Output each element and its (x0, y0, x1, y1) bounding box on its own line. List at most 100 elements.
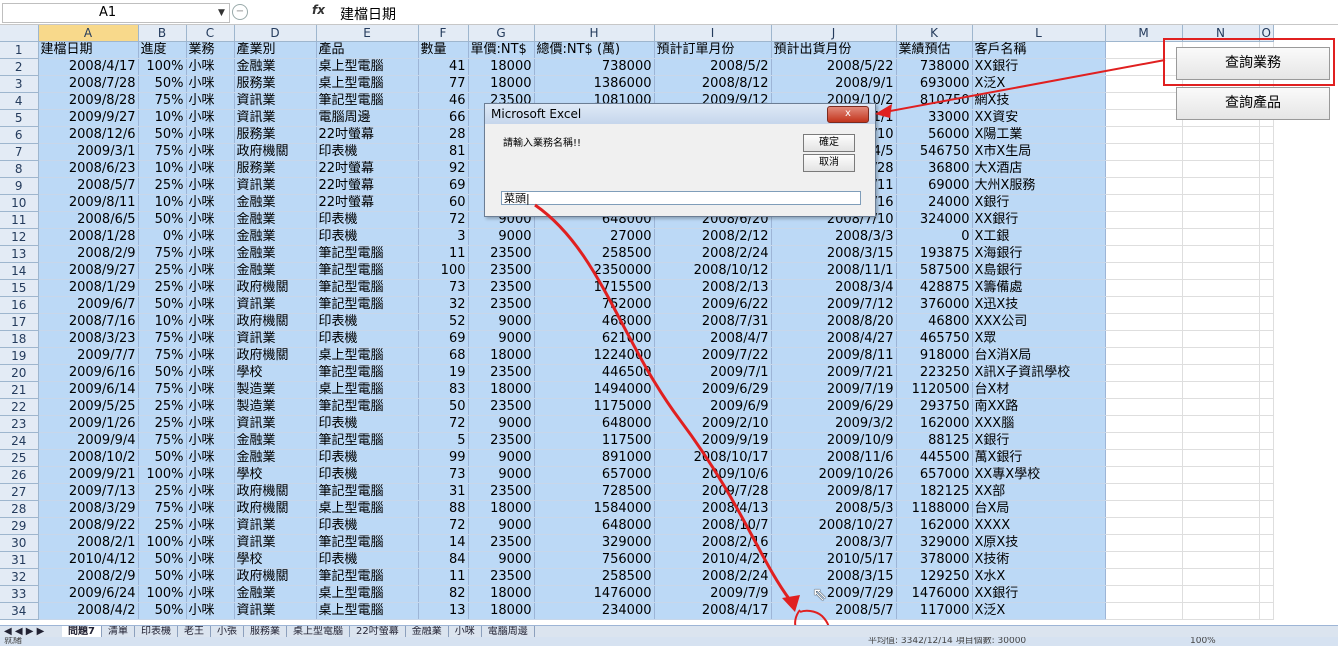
cell[interactable]: 2010/4/27 (654, 551, 772, 569)
cell[interactable]: 2008/2/24 (654, 245, 772, 263)
cell[interactable]: 小咪 (186, 92, 235, 110)
cell[interactable]: 445500 (896, 449, 973, 467)
cell[interactable]: 2008/4/2 (38, 602, 139, 620)
cell[interactable]: 小咪 (186, 194, 235, 212)
cell[interactable]: 9000 (468, 313, 535, 331)
cell[interactable]: 印表機 (316, 551, 419, 569)
cell[interactable]: 50% (138, 551, 187, 569)
cell[interactable]: 2008/12/6 (38, 126, 139, 144)
cell[interactable]: 100% (138, 466, 187, 484)
cell[interactable]: 23500 (468, 398, 535, 416)
cell[interactable]: 桌上型電腦 (316, 500, 419, 518)
cell[interactable]: 23500 (468, 364, 535, 382)
cell[interactable]: 桌上型電腦 (316, 381, 419, 399)
cell[interactable]: XX銀行 (972, 58, 1106, 76)
cell[interactable]: 產業別 (234, 41, 317, 59)
cell[interactable]: 10% (138, 160, 187, 178)
cell[interactable]: 網X技 (972, 92, 1106, 110)
row-header[interactable]: 16 (0, 296, 39, 314)
cell[interactable]: 小咪 (186, 228, 235, 246)
cell[interactable] (1259, 585, 1274, 603)
cell[interactable]: X銀行 (972, 194, 1106, 212)
cell[interactable] (1105, 381, 1183, 399)
cell[interactable]: 萬X銀行 (972, 449, 1106, 467)
cell[interactable]: 2009/7/19 (771, 381, 897, 399)
cell[interactable]: 22吋螢幕 (316, 177, 419, 195)
cell[interactable]: 2008/2/12 (654, 228, 772, 246)
row-header[interactable]: 23 (0, 415, 39, 433)
cell[interactable]: 2008/10/27 (771, 517, 897, 535)
row-header[interactable]: 9 (0, 177, 39, 195)
cell[interactable] (1259, 483, 1274, 501)
cell[interactable]: 72 (418, 415, 469, 433)
cell[interactable]: 88125 (896, 432, 973, 450)
cell[interactable] (1259, 364, 1274, 382)
cell[interactable] (1259, 551, 1274, 569)
cell[interactable]: 100 (418, 262, 469, 280)
cell[interactable]: 資訊業 (234, 330, 317, 348)
cell[interactable]: 單價:NT$ (468, 41, 535, 59)
cell[interactable] (1105, 245, 1183, 263)
cell[interactable]: 182125 (896, 483, 973, 501)
cell[interactable]: 電腦周邊 (316, 109, 419, 127)
cell[interactable]: 25% (138, 279, 187, 297)
cell[interactable] (1182, 279, 1260, 297)
cell[interactable] (1182, 245, 1260, 263)
cell[interactable]: 筆記型電腦 (316, 568, 419, 586)
cell[interactable] (1105, 313, 1183, 331)
cell[interactable] (1105, 177, 1183, 195)
cell[interactable]: 資訊業 (234, 517, 317, 535)
cell[interactable]: 10% (138, 109, 187, 127)
cell[interactable] (1259, 381, 1274, 399)
row-header[interactable]: 25 (0, 449, 39, 467)
cell[interactable]: 918000 (896, 347, 973, 365)
cell[interactable] (1182, 177, 1260, 195)
chevron-down-icon[interactable]: ▼ (218, 4, 225, 22)
cell[interactable]: 66 (418, 109, 469, 127)
cell[interactable]: 資訊業 (234, 415, 317, 433)
cell[interactable]: 2008/6/5 (38, 211, 139, 229)
cell[interactable]: 大州X服務 (972, 177, 1106, 195)
cell[interactable]: 258500 (534, 568, 655, 586)
cell[interactable]: 10% (138, 194, 187, 212)
column-header[interactable]: H (534, 25, 655, 42)
cell[interactable]: 小咪 (186, 517, 235, 535)
cell[interactable]: 1715500 (534, 279, 655, 297)
cell[interactable]: 學校 (234, 364, 317, 382)
cell[interactable]: 2009/7/28 (654, 483, 772, 501)
cell[interactable]: 2008/1/29 (38, 279, 139, 297)
row-header[interactable]: 1 (0, 41, 39, 59)
cell[interactable] (1105, 228, 1183, 246)
cell[interactable]: 9000 (468, 551, 535, 569)
cell[interactable]: 桌上型電腦 (316, 58, 419, 76)
ok-button[interactable]: 確定 (803, 134, 855, 152)
cell[interactable]: 2008/9/27 (38, 262, 139, 280)
cell[interactable] (1105, 347, 1183, 365)
cell[interactable]: 891000 (534, 449, 655, 467)
cell[interactable]: 2009/6/7 (38, 296, 139, 314)
cell[interactable] (1105, 534, 1183, 552)
cell[interactable] (1105, 449, 1183, 467)
cell[interactable]: 資訊業 (234, 109, 317, 127)
cell[interactable]: X市X生局 (972, 143, 1106, 161)
cell[interactable]: 南XX路 (972, 398, 1106, 416)
cell[interactable]: 9000 (468, 517, 535, 535)
cell[interactable]: X銀行 (972, 432, 1106, 450)
cell[interactable]: 69000 (896, 177, 973, 195)
row-header[interactable]: 27 (0, 483, 39, 501)
cell[interactable]: 學校 (234, 466, 317, 484)
cell[interactable]: 468000 (534, 313, 655, 331)
cell[interactable]: 2008/9/22 (38, 517, 139, 535)
cell[interactable]: 68 (418, 347, 469, 365)
cell[interactable]: 服務業 (234, 160, 317, 178)
cell[interactable]: 服務業 (234, 126, 317, 144)
cell[interactable]: 2008/3/7 (771, 534, 897, 552)
column-header[interactable]: L (972, 25, 1106, 42)
cell[interactable]: 製造業 (234, 381, 317, 399)
cell[interactable]: 1224000 (534, 347, 655, 365)
cell[interactable] (1182, 585, 1260, 603)
row-header[interactable]: 4 (0, 92, 39, 110)
cell[interactable]: 政府機關 (234, 347, 317, 365)
row-header[interactable]: 21 (0, 381, 39, 399)
cell[interactable]: 52 (418, 313, 469, 331)
